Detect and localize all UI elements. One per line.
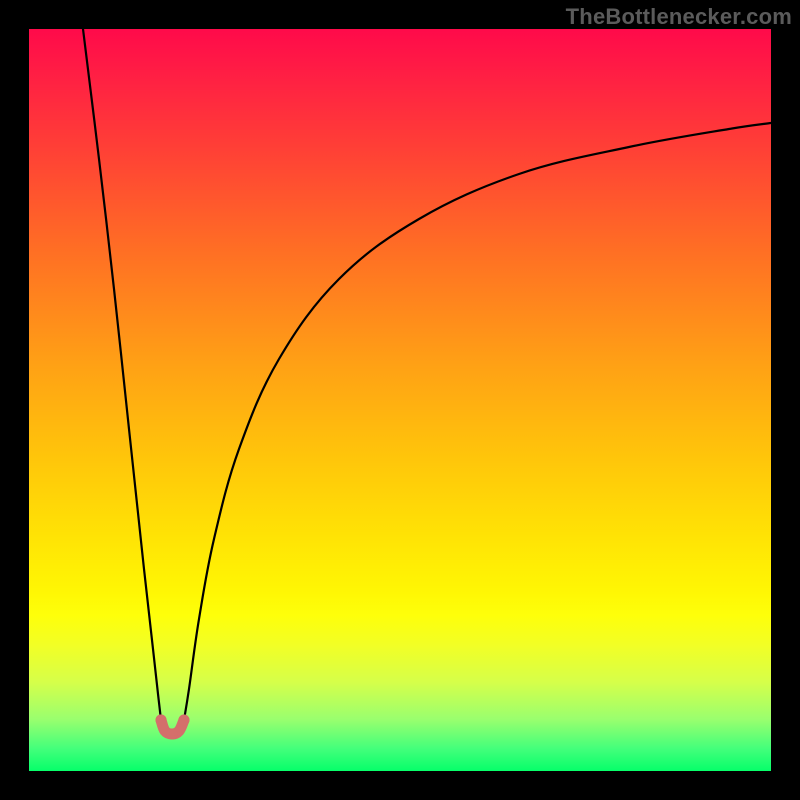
trough-marker-2 xyxy=(179,715,190,726)
series-left-descending-curve xyxy=(83,29,161,720)
watermark-text: TheBottlenecker.com xyxy=(566,4,792,30)
outer-frame: TheBottlenecker.com xyxy=(0,0,800,800)
series-right-rising-curve xyxy=(184,123,771,720)
trough-marker-1 xyxy=(167,729,178,740)
plot-area xyxy=(29,29,771,771)
curve-layer xyxy=(29,29,771,771)
trough-marker-0 xyxy=(156,715,167,726)
